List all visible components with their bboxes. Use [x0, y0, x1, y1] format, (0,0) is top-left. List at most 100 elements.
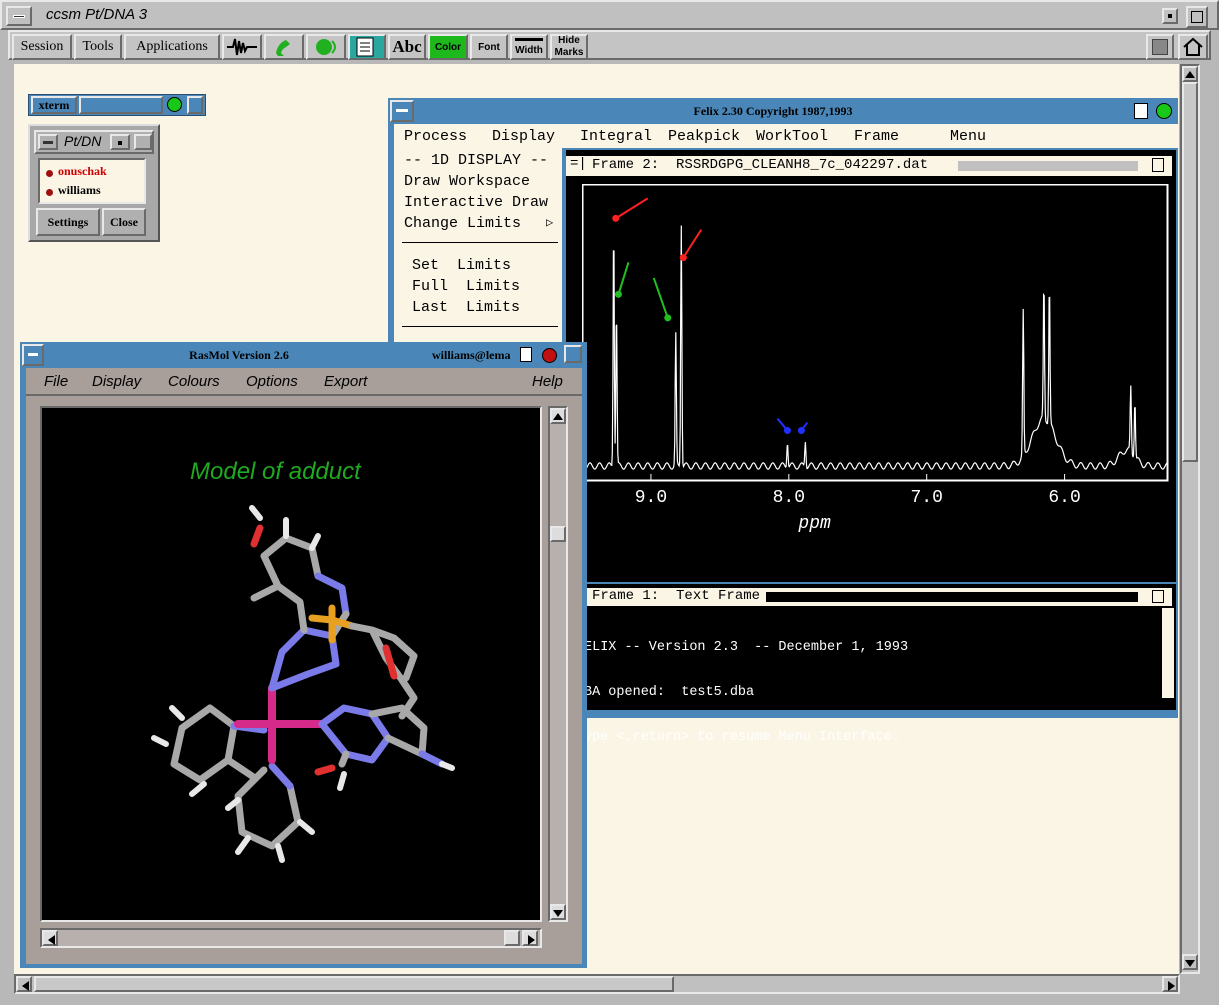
menu-integral[interactable]: Integral [580, 128, 652, 145]
user-item-williams[interactable]: williams [58, 183, 101, 198]
menu-applications[interactable]: Applications [124, 34, 220, 60]
scroll-down-arrow-icon[interactable] [550, 904, 566, 920]
molecule-bond [309, 533, 321, 551]
change-limits-item[interactable]: Change Limits [404, 215, 521, 232]
molecule-bond [249, 505, 263, 521]
menu-export[interactable]: Export [324, 373, 367, 390]
phone-tool-button[interactable] [264, 34, 304, 60]
text-frame-scrollbar[interactable] [1162, 608, 1174, 698]
green-status-icon[interactable] [167, 97, 182, 112]
frame2-titlebar: =| Frame 2: RSSRDGPG_CLEANH8_7c_042297.d… [566, 156, 1172, 176]
felix-menu-button[interactable] [390, 100, 414, 122]
frame2-panel: =| Frame 2: RSSRDGPG_CLEANH8_7c_042297.d… [566, 150, 1176, 582]
plot-frame [582, 184, 1169, 482]
minimize-button[interactable] [1162, 8, 1178, 24]
scroll-right-arrow-icon[interactable] [522, 930, 538, 946]
xterm-window[interactable]: xterm [28, 94, 206, 116]
text-tool-button[interactable]: Abc [388, 34, 426, 60]
rasmol-menu-button[interactable] [22, 344, 44, 366]
arrow-head [797, 427, 805, 435]
molecule-bond [348, 622, 418, 720]
width-label: Width [515, 45, 543, 56]
frame1-resize-icon[interactable] [1152, 590, 1164, 603]
menu-session[interactable]: Session [12, 34, 72, 60]
frame2-handle-icon: =| [570, 156, 587, 172]
minimize-icon [1168, 14, 1172, 18]
menu-frame[interactable]: Frame [854, 128, 899, 145]
menu-options[interactable]: Options [246, 373, 298, 390]
ptdna-minimize-button[interactable] [110, 134, 130, 150]
menu-peakpick[interactable]: Peakpick [668, 128, 740, 145]
scroll-right-arrow-icon[interactable] [1162, 976, 1178, 992]
scroll-down-arrow-icon[interactable] [1182, 954, 1198, 970]
menu-colours[interactable]: Colours [168, 373, 220, 390]
speaker-icon [316, 39, 336, 55]
whiteboard-tool-button[interactable] [348, 34, 386, 60]
rasmol-restore-button[interactable] [564, 345, 582, 363]
menu-help[interactable]: Help [532, 373, 563, 390]
rasmol-user: williams@lema [432, 348, 511, 362]
user-item-onuschak[interactable]: onuschak [58, 164, 107, 179]
settings-button[interactable]: Settings [36, 208, 100, 236]
frame1-title-bar-fill [766, 592, 1138, 602]
viewport-horizontal-scrollbar[interactable] [40, 928, 542, 948]
menu-tools[interactable]: Tools [74, 34, 122, 60]
menu-worktool[interactable]: WorkTool [756, 128, 828, 145]
text-frame-output: ELIX -- Version 2.3 -- December 1, 1993 … [584, 610, 908, 775]
rasmol-title: RasMol Version 2.6 [44, 344, 434, 366]
viewport-vertical-scrollbar[interactable] [548, 406, 568, 922]
ptdna-menu-icon[interactable] [38, 134, 58, 150]
menu-menu[interactable]: Menu [950, 128, 986, 145]
menu-file[interactable]: File [44, 373, 68, 390]
ptdna-window: Pt/DN onuschak williams Settings Close [28, 124, 160, 242]
scroll-thumb[interactable] [550, 526, 566, 542]
user-status-icon [46, 189, 53, 196]
audio-tool-button[interactable] [306, 34, 346, 60]
workspace-horizontal-scrollbar[interactable] [14, 974, 1180, 994]
home-button[interactable] [1178, 34, 1208, 60]
annotation-arrow [652, 277, 669, 319]
molecule-bond [224, 756, 256, 780]
maximize-button[interactable] [1186, 6, 1208, 28]
molecule-viewport[interactable]: Model of adduct [40, 406, 542, 922]
red-status-icon[interactable] [542, 348, 557, 363]
x-tick-label: 9.0 [635, 488, 667, 508]
set-limits-item[interactable]: Set Limits [412, 257, 511, 274]
workspace-vertical-scrollbar[interactable] [1180, 64, 1200, 974]
note-icon[interactable] [520, 347, 532, 362]
phone-icon [276, 40, 290, 56]
last-limits-item[interactable]: Last Limits [412, 299, 520, 316]
arrow-head [614, 290, 622, 298]
ptdna-maximize-button[interactable] [134, 134, 152, 150]
interactive-draw-item[interactable]: Interactive Draw [404, 194, 548, 211]
close-button[interactable]: Close [102, 208, 146, 236]
hscroll-thumb[interactable] [504, 930, 520, 946]
note-icon[interactable] [1134, 103, 1148, 119]
scroll-left-arrow-icon[interactable] [16, 976, 32, 992]
scroll-left-arrow-icon[interactable] [42, 930, 58, 946]
scroll-up-arrow-icon[interactable] [1182, 66, 1198, 82]
xterm-restore-button[interactable] [187, 96, 203, 114]
full-limits-item[interactable]: Full Limits [412, 278, 520, 295]
green-status-icon[interactable] [1156, 103, 1172, 119]
nmr-spectrum-chart[interactable]: 9.0 8.0 7.0 6.0 ppm [582, 184, 1174, 580]
waveform-tool-button[interactable] [222, 34, 262, 60]
menu-display[interactable]: Display [492, 128, 555, 145]
scroll-up-arrow-icon[interactable] [550, 408, 566, 424]
divider [402, 326, 558, 327]
screen-button[interactable] [1146, 34, 1174, 60]
frame2-resize-icon[interactable] [1152, 158, 1164, 172]
hide-marks-button[interactable]: Hide Marks [550, 34, 588, 60]
draw-workspace-item[interactable]: Draw Workspace [404, 173, 530, 190]
font-button[interactable]: Font [470, 34, 508, 60]
notepad-icon [356, 37, 374, 57]
menu-process[interactable]: Process [404, 128, 467, 145]
hscroll-thumb[interactable] [34, 976, 674, 992]
color-button[interactable]: Color [428, 34, 468, 60]
molecule-model [151, 505, 455, 863]
window-menu-button[interactable] [6, 6, 32, 26]
menu-display[interactable]: Display [92, 373, 141, 390]
ptdna-user-list: onuschak williams [38, 158, 146, 204]
width-button[interactable]: Width [510, 34, 548, 60]
scroll-thumb[interactable] [1182, 82, 1198, 462]
